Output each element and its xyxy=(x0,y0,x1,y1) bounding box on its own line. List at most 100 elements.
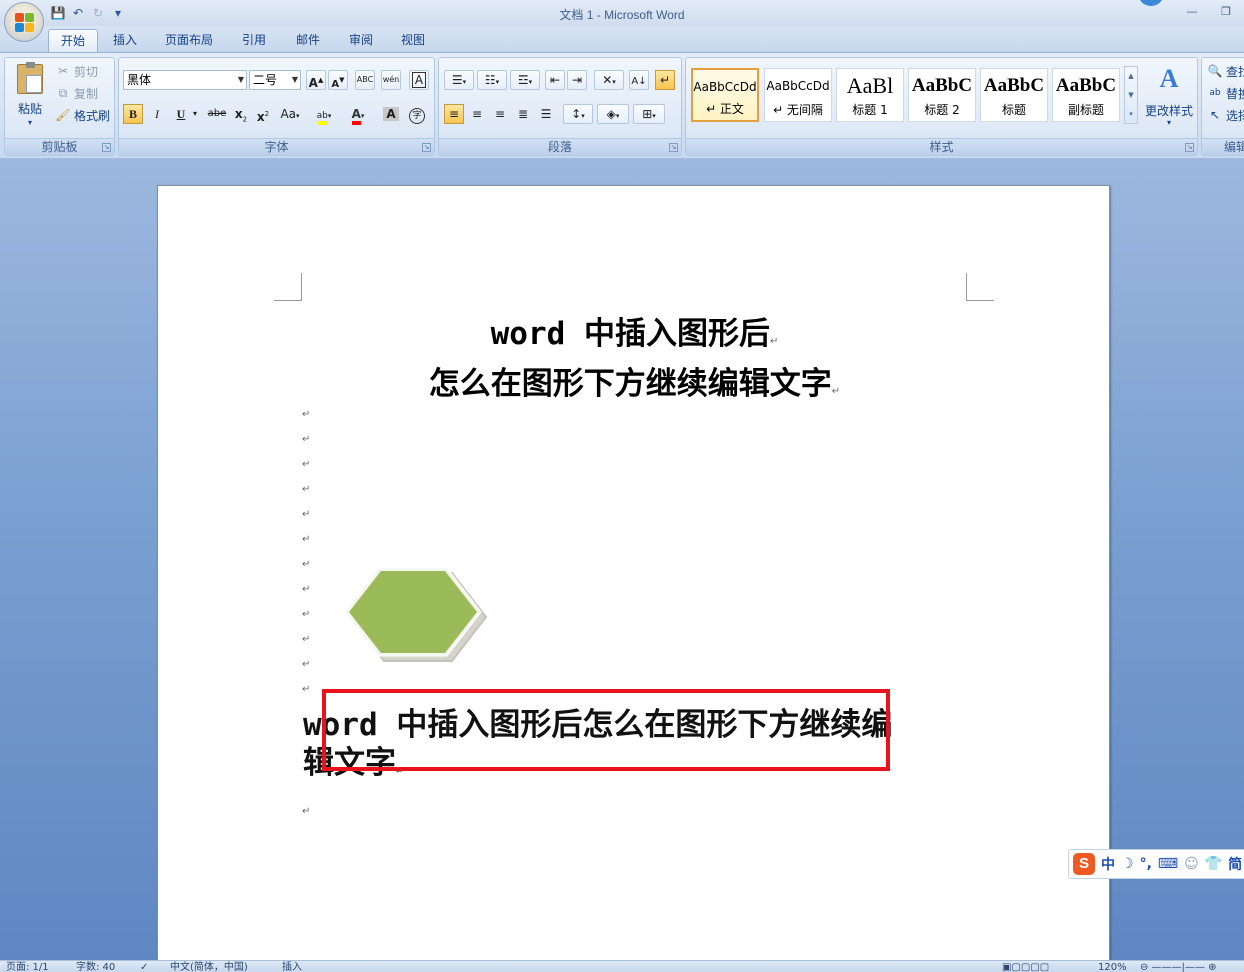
cut-button[interactable]: ✂ 剪切 xyxy=(55,61,98,81)
bold-button[interactable]: B xyxy=(123,104,143,124)
show-marks-button[interactable]: ↵ xyxy=(655,70,675,90)
keyboard-icon[interactable]: ⌨ xyxy=(1158,856,1178,872)
character-border-button[interactable]: A xyxy=(409,70,429,90)
paragraph-group-label: 段落 xyxy=(439,138,681,155)
shrink-font-button[interactable]: A▼ xyxy=(328,70,348,90)
tab-mailings[interactable]: 邮件 xyxy=(284,29,332,52)
line-spacing-button[interactable]: ↕▾ xyxy=(563,104,593,124)
styles-gallery-scroll[interactable]: ▲ ▼ ▾ xyxy=(1124,66,1138,124)
paragraph-mark: ↵ xyxy=(302,459,311,470)
replace-button[interactable]: ab替换 xyxy=(1207,83,1244,103)
align-right-icon: ≡ xyxy=(494,107,506,121)
style-no-spacing[interactable]: AaBbCcDd ↵ 无间隔 xyxy=(764,68,832,122)
style-heading-2[interactable]: AaBbC 标题 2 xyxy=(908,68,976,122)
increase-indent-button[interactable]: ⇥ xyxy=(567,70,587,90)
status-language[interactable]: 中文(简体，中国) xyxy=(170,961,248,972)
justify-button[interactable]: ≣ xyxy=(513,104,533,124)
status-page[interactable]: 页面: 1/1 xyxy=(6,961,49,972)
bullets-button[interactable]: ☰▾ xyxy=(444,70,474,90)
underline-dropdown[interactable]: ▾ xyxy=(190,104,200,124)
font-size-select[interactable]: 二号 ▼ xyxy=(249,70,301,90)
sort-icon: A↓ xyxy=(631,76,647,87)
style-normal[interactable]: AaBbCcDd ↵ 正文 xyxy=(691,68,759,122)
ime-toolbar[interactable]: S 中 ☽ °, ⌨ ☺ 👕 简 xyxy=(1068,849,1244,879)
align-left-icon: ≡ xyxy=(448,107,460,121)
style-heading-1[interactable]: AaBl 标题 1 xyxy=(836,68,904,122)
paste-button[interactable]: 粘贴 ▾ xyxy=(11,62,49,132)
ribbon-tabs: 开始 插入 页面布局 引用 邮件 审阅 视图 xyxy=(0,26,1244,52)
status-mode[interactable]: 插入 xyxy=(282,961,302,972)
paragraph-mark: ↵ xyxy=(302,584,311,595)
status-zoom[interactable]: 120% xyxy=(1098,961,1127,972)
underline-button[interactable]: U xyxy=(171,104,191,124)
distributed-button[interactable]: ☰ xyxy=(536,104,556,124)
tab-review[interactable]: 审阅 xyxy=(337,29,385,52)
style-subtitle[interactable]: AaBbC 副标题 xyxy=(1052,68,1120,122)
proofing-icon[interactable]: ✓ xyxy=(140,961,148,972)
document-title-line-1[interactable]: word 中插入图形后↵ xyxy=(158,308,1111,353)
clipboard-launcher-icon[interactable]: ↘ xyxy=(102,143,111,152)
zoom-slider[interactable]: ⊖ ———|—— ⊕ xyxy=(1140,961,1216,972)
character-shading-button[interactable]: A xyxy=(381,104,401,124)
tab-references[interactable]: 引用 xyxy=(230,29,278,52)
tab-view[interactable]: 视图 xyxy=(389,29,437,52)
sort-button[interactable]: A↓ xyxy=(629,70,649,90)
font-name-select[interactable]: 黑体 ▼ xyxy=(123,70,247,90)
align-left-button[interactable]: ≡ xyxy=(444,104,464,124)
paragraph-mark: ↵ xyxy=(302,509,311,520)
skin-icon[interactable]: 👕 xyxy=(1205,856,1222,872)
font-launcher-icon[interactable]: ↘ xyxy=(422,143,431,152)
paint-bucket-icon: ◈ xyxy=(606,107,616,121)
restore-button[interactable]: ❐ xyxy=(1216,2,1236,22)
shading-button[interactable]: ◈▾ xyxy=(597,104,629,124)
style-title[interactable]: AaBbC 标题 xyxy=(980,68,1048,122)
ime-punct-toggle[interactable]: °, xyxy=(1140,856,1152,872)
document-title-line-2[interactable]: 怎么在图形下方继续编辑文字↵ xyxy=(158,358,1111,403)
margin-corner-top-left xyxy=(274,273,302,301)
paragraph-launcher-icon[interactable]: ↘ xyxy=(669,143,678,152)
view-buttons[interactable]: ▣▢▢▢▢ xyxy=(1002,961,1049,972)
italic-button[interactable]: I xyxy=(147,104,167,124)
hexagon-shape[interactable] xyxy=(343,564,489,666)
subscript-button[interactable]: x2 xyxy=(231,104,251,124)
align-right-button[interactable]: ≡ xyxy=(490,104,510,124)
superscript-button[interactable]: x2 xyxy=(253,104,273,124)
tab-home[interactable]: 开始 xyxy=(48,29,99,52)
grow-font-button[interactable]: A▲ xyxy=(306,70,326,90)
tab-page-layout[interactable]: 页面布局 xyxy=(153,29,225,52)
numbering-button[interactable]: ☷▾ xyxy=(477,70,507,90)
document-page[interactable]: word 中插入图形后↵ 怎么在图形下方继续编辑文字↵ ↵ ↵ ↵ ↵ ↵ ↵ … xyxy=(157,185,1110,972)
align-center-button[interactable]: ≡ xyxy=(467,104,487,124)
tab-insert[interactable]: 插入 xyxy=(101,29,149,52)
borders-icon: ⊞ xyxy=(642,107,653,121)
enclose-characters-button[interactable]: 字 xyxy=(407,104,427,124)
borders-button[interactable]: ⊞▾ xyxy=(633,104,665,124)
minimize-button[interactable]: — xyxy=(1182,2,1202,22)
copy-button[interactable]: ⧉ 复制 xyxy=(55,83,98,103)
user-icon[interactable]: ☺ xyxy=(1184,856,1199,872)
change-case-button[interactable]: Aa▾ xyxy=(277,104,303,124)
strikethrough-button[interactable]: abe xyxy=(205,104,229,124)
margin-corner-top-right xyxy=(966,273,994,301)
font-color-button[interactable]: A▾ xyxy=(343,104,373,125)
find-button[interactable]: 🔍查找 xyxy=(1207,61,1244,81)
office-button[interactable] xyxy=(4,2,44,42)
paragraph-mark: ↵ xyxy=(302,534,311,545)
change-styles-button[interactable]: A 更改样式 ▾ xyxy=(1142,62,1196,134)
highlight-button[interactable]: ab▾ xyxy=(309,104,339,125)
multilevel-list-button[interactable]: ☲▾ xyxy=(510,70,540,90)
ime-lang-toggle[interactable]: 中 xyxy=(1101,854,1115,874)
moon-icon[interactable]: ☽ xyxy=(1121,856,1134,872)
decrease-indent-button[interactable]: ⇤ xyxy=(545,70,565,90)
numbering-icon: ☷ xyxy=(484,73,496,87)
format-painter-button[interactable]: 🖌 格式刷 xyxy=(55,105,110,125)
ime-simplified-toggle[interactable]: 简 xyxy=(1228,854,1242,874)
clear-format-button[interactable]: ABC xyxy=(355,70,375,90)
paste-icon xyxy=(17,62,43,94)
phonetic-guide-button[interactable]: wén xyxy=(381,70,401,90)
styles-launcher-icon[interactable]: ↘ xyxy=(1185,143,1194,152)
status-words[interactable]: 字数: 40 xyxy=(76,961,115,972)
chinese-layout-button[interactable]: ✕▾ xyxy=(594,70,624,90)
select-button[interactable]: ↖选择 xyxy=(1207,105,1244,125)
align-center-icon: ≡ xyxy=(471,107,483,121)
